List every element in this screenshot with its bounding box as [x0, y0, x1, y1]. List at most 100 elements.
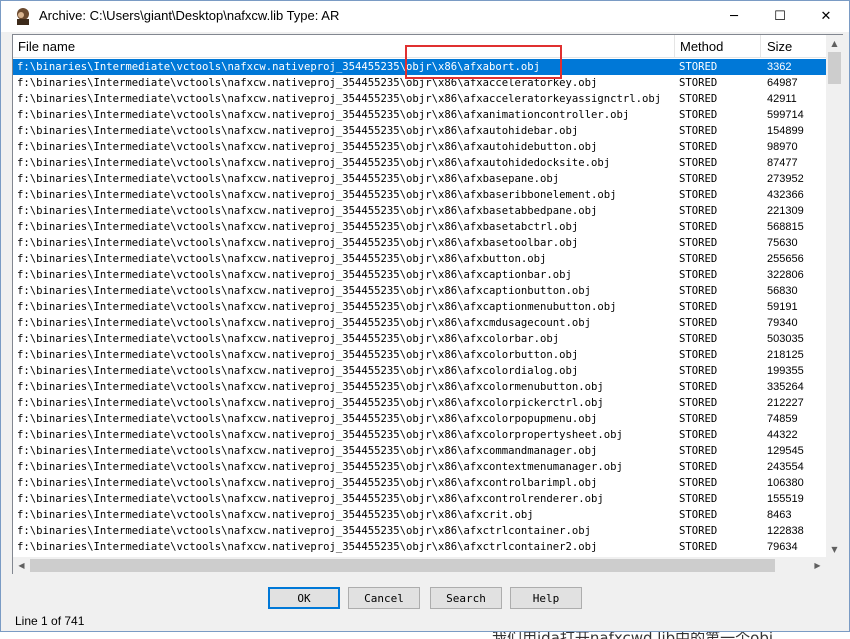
cell-size: 3362 — [767, 61, 792, 73]
cell-size: 568815 — [767, 221, 804, 233]
table-row[interactable]: f:\binaries\Intermediate\vctools\nafxcw.… — [13, 219, 826, 235]
vertical-scrollbar[interactable]: ▲ ▼ — [826, 35, 843, 558]
table-row[interactable]: f:\binaries\Intermediate\vctools\nafxcw.… — [13, 347, 826, 363]
table-row[interactable]: f:\binaries\Intermediate\vctools\nafxcw.… — [13, 523, 826, 539]
cell-name: f:\binaries\Intermediate\vctools\nafxcw.… — [17, 189, 617, 201]
table-row[interactable]: f:\binaries\Intermediate\vctools\nafxcw.… — [13, 123, 826, 139]
table-row[interactable]: f:\binaries\Intermediate\vctools\nafxcw.… — [13, 203, 826, 219]
table-row[interactable]: f:\binaries\Intermediate\vctools\nafxcw.… — [13, 283, 826, 299]
scroll-up-icon[interactable]: ▲ — [826, 35, 843, 52]
maximize-button[interactable]: ☐ — [757, 1, 803, 32]
minimize-icon: ─ — [730, 9, 738, 24]
cell-name: f:\binaries\Intermediate\vctools\nafxcw.… — [17, 205, 598, 217]
table-row[interactable]: f:\binaries\Intermediate\vctools\nafxcw.… — [13, 491, 826, 507]
cell-size: 87477 — [767, 157, 798, 169]
cell-method: STORED — [679, 333, 718, 345]
cell-size: 322806 — [767, 269, 804, 281]
column-header-size[interactable]: Size — [761, 35, 826, 58]
cell-method: STORED — [679, 61, 718, 73]
cell-size: 64987 — [767, 77, 798, 89]
table-row[interactable]: f:\binaries\Intermediate\vctools\nafxcw.… — [13, 427, 826, 443]
table-row[interactable]: f:\binaries\Intermediate\vctools\nafxcw.… — [13, 91, 826, 107]
scroll-down-icon[interactable]: ▼ — [826, 541, 843, 558]
column-header-method[interactable]: Method — [675, 35, 761, 58]
table-row[interactable]: f:\binaries\Intermediate\vctools\nafxcw.… — [13, 155, 826, 171]
cell-name: f:\binaries\Intermediate\vctools\nafxcw.… — [17, 125, 579, 137]
title-bar[interactable]: Archive: C:\Users\giant\Desktop\nafxcw.l… — [1, 1, 849, 32]
cell-name: f:\binaries\Intermediate\vctools\nafxcw.… — [17, 413, 598, 425]
help-button[interactable]: Help — [510, 587, 582, 609]
cell-method: STORED — [679, 349, 718, 361]
cell-size: 79634 — [767, 541, 798, 553]
table-row[interactable]: f:\binaries\Intermediate\vctools\nafxcw.… — [13, 75, 826, 91]
cell-method: STORED — [679, 141, 718, 153]
cell-size: 503035 — [767, 333, 804, 345]
table-row[interactable]: f:\binaries\Intermediate\vctools\nafxcw.… — [13, 411, 826, 427]
cell-method: STORED — [679, 77, 718, 89]
cell-size: 599714 — [767, 109, 804, 121]
search-button[interactable]: Search — [430, 587, 502, 609]
horizontal-scrollbar[interactable]: ◀ ▶ — [13, 557, 826, 574]
cell-name: f:\binaries\Intermediate\vctools\nafxcw.… — [17, 381, 604, 393]
table-row[interactable]: f:\binaries\Intermediate\vctools\nafxcw.… — [13, 363, 826, 379]
column-header-file-name[interactable]: File name — [13, 35, 675, 58]
cell-name: f:\binaries\Intermediate\vctools\nafxcw.… — [17, 173, 560, 185]
cell-size: 129545 — [767, 445, 804, 457]
cell-name: f:\binaries\Intermediate\vctools\nafxcw.… — [17, 365, 579, 377]
table-row[interactable]: f:\binaries\Intermediate\vctools\nafxcw.… — [13, 107, 826, 123]
table-row[interactable]: f:\binaries\Intermediate\vctools\nafxcw.… — [13, 299, 826, 315]
close-button[interactable]: ✕ — [803, 1, 849, 32]
cell-size: 255656 — [767, 253, 804, 265]
cell-size: 42911 — [767, 93, 797, 105]
table-row[interactable]: f:\binaries\Intermediate\vctools\nafxcw.… — [13, 267, 826, 283]
cell-name: f:\binaries\Intermediate\vctools\nafxcw.… — [17, 61, 540, 73]
horizontal-scroll-thumb[interactable] — [30, 559, 775, 572]
table-row[interactable]: f:\binaries\Intermediate\vctools\nafxcw.… — [13, 507, 826, 523]
table-row[interactable]: f:\binaries\Intermediate\vctools\nafxcw.… — [13, 171, 826, 187]
cell-method: STORED — [679, 157, 718, 169]
cell-name: f:\binaries\Intermediate\vctools\nafxcw.… — [17, 269, 572, 281]
cell-name: f:\binaries\Intermediate\vctools\nafxcw.… — [17, 301, 617, 313]
ok-button[interactable]: OK — [268, 587, 340, 609]
cell-name: f:\binaries\Intermediate\vctools\nafxcw.… — [17, 445, 598, 457]
table-row[interactable]: f:\binaries\Intermediate\vctools\nafxcw.… — [13, 315, 826, 331]
table-row[interactable]: f:\binaries\Intermediate\vctools\nafxcw.… — [13, 539, 826, 555]
scroll-left-icon[interactable]: ◀ — [13, 557, 30, 574]
list-rows: f:\binaries\Intermediate\vctools\nafxcw.… — [13, 59, 826, 561]
vertical-scroll-thumb[interactable] — [828, 52, 841, 84]
cell-name: f:\binaries\Intermediate\vctools\nafxcw.… — [17, 333, 560, 345]
table-row[interactable]: f:\binaries\Intermediate\vctools\nafxcw.… — [13, 475, 826, 491]
table-row[interactable]: f:\binaries\Intermediate\vctools\nafxcw.… — [13, 251, 826, 267]
scrollbar-corner — [826, 557, 843, 574]
cell-name: f:\binaries\Intermediate\vctools\nafxcw.… — [17, 429, 623, 441]
archive-file-list[interactable]: File name Method Size f:\binaries\Interm… — [12, 34, 843, 574]
cancel-button[interactable]: Cancel — [348, 587, 420, 609]
cell-size: 98970 — [767, 141, 798, 153]
cell-method: STORED — [679, 413, 718, 425]
cell-method: STORED — [679, 365, 718, 377]
table-row[interactable]: f:\binaries\Intermediate\vctools\nafxcw.… — [13, 331, 826, 347]
minimize-button[interactable]: ─ — [711, 1, 757, 32]
cell-method: STORED — [679, 205, 718, 217]
cell-size: 243554 — [767, 461, 804, 473]
cell-name: f:\binaries\Intermediate\vctools\nafxcw.… — [17, 141, 598, 153]
cell-name: f:\binaries\Intermediate\vctools\nafxcw.… — [17, 477, 598, 489]
cell-name: f:\binaries\Intermediate\vctools\nafxcw.… — [17, 109, 630, 121]
table-row[interactable]: f:\binaries\Intermediate\vctools\nafxcw.… — [13, 395, 826, 411]
window-title: Archive: C:\Users\giant\Desktop\nafxcw.l… — [39, 8, 340, 23]
cell-name: f:\binaries\Intermediate\vctools\nafxcw.… — [17, 285, 592, 297]
table-row[interactable]: f:\binaries\Intermediate\vctools\nafxcw.… — [13, 443, 826, 459]
cell-size: 335264 — [767, 381, 804, 393]
scroll-right-icon[interactable]: ▶ — [809, 557, 826, 574]
table-row[interactable]: f:\binaries\Intermediate\vctools\nafxcw.… — [13, 235, 826, 251]
table-row[interactable]: f:\binaries\Intermediate\vctools\nafxcw.… — [13, 379, 826, 395]
table-row[interactable]: f:\binaries\Intermediate\vctools\nafxcw.… — [13, 139, 826, 155]
cell-method: STORED — [679, 525, 718, 537]
list-header: File name Method Size — [13, 35, 826, 58]
archive-dialog: Archive: C:\Users\giant\Desktop\nafxcw.l… — [0, 0, 850, 632]
table-row[interactable]: f:\binaries\Intermediate\vctools\nafxcw.… — [13, 459, 826, 475]
table-row[interactable]: f:\binaries\Intermediate\vctools\nafxcw.… — [13, 187, 826, 203]
cell-name: f:\binaries\Intermediate\vctools\nafxcw.… — [17, 461, 623, 473]
cell-size: 8463 — [767, 509, 792, 521]
table-row[interactable]: f:\binaries\Intermediate\vctools\nafxcw.… — [13, 59, 826, 75]
